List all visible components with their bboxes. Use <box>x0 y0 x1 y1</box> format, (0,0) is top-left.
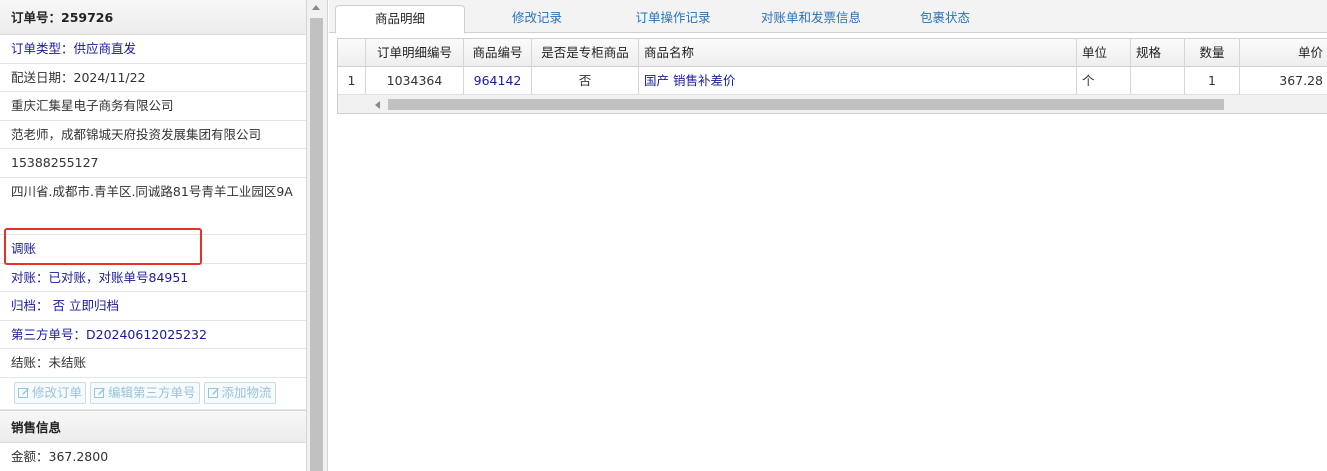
scroll-left-icon[interactable] <box>375 101 380 109</box>
edit-order-label: 修改订单 <box>32 384 83 400</box>
settlement-status: 结账：未结账 <box>0 349 306 378</box>
delivery-address: 四川省.成都市.青羊区.同诚路81号青羊工业园区9A <box>0 178 306 235</box>
tab-package-status[interactable]: 包裹状态 <box>901 5 989 33</box>
archive-status[interactable]: 归档： 否 立即归档 <box>0 292 306 321</box>
third-party-order-number: 第三方单号：D20240612025232 <box>0 321 306 350</box>
counter-product-cell: 否 <box>532 67 639 94</box>
col-product-name[interactable]: 商品名称 <box>639 39 1077 66</box>
order-info-panel: 订单号：259726 订单类型：供应商直发 配送日期：2024/11/22 重庆… <box>0 0 307 471</box>
edit-icon <box>94 387 106 399</box>
order-detail-panel: 商品明细 修改记录 订单操作记录 对账单和发票信息 包裹状态 订单明细编号 商品… <box>329 0 1327 471</box>
tab-reconcile-invoice[interactable]: 对账单和发票信息 <box>747 5 875 33</box>
tab-modify-records[interactable]: 修改记录 <box>479 5 595 33</box>
customer-contact: 范老师，成都锦城天府投资发展集团有限公司 <box>0 121 306 150</box>
product-number-link[interactable]: 964142 <box>464 67 532 94</box>
col-detail-number[interactable]: 订单明细编号 <box>366 39 464 66</box>
scrollbar-thumb[interactable] <box>310 18 323 471</box>
delivery-date: 配送日期：2024/11/22 <box>0 64 306 93</box>
panel-scrollbar[interactable] <box>307 0 328 471</box>
edit-order-button[interactable]: 修改订单 <box>14 381 87 404</box>
col-unit-price[interactable]: 单价 <box>1240 39 1327 66</box>
tab-operation-records[interactable]: 订单操作记录 <box>617 5 729 33</box>
order-action-buttons: 修改订单 编辑第三方单号 添加物流 <box>0 378 306 410</box>
table-horizontal-scrollbar[interactable] <box>338 94 1327 113</box>
order-number-header: 订单号：259726 <box>0 0 306 35</box>
adjust-account-link[interactable]: 调账 <box>0 235 306 264</box>
product-name-link[interactable]: 国产 销售补差价 <box>639 67 1077 94</box>
detail-tab-bar: 商品明细 修改记录 订单操作记录 对账单和发票信息 包裹状态 <box>329 0 1327 34</box>
detail-number-cell: 1034364 <box>366 67 464 94</box>
edit-icon <box>18 387 30 399</box>
col-spec[interactable]: 规格 <box>1131 39 1185 66</box>
add-logistics-button[interactable]: 添加物流 <box>203 381 276 404</box>
supplier-company: 重庆汇集星电子商务有限公司 <box>0 92 306 121</box>
order-type: 订单类型：供应商直发 <box>0 35 306 64</box>
table-row[interactable]: 1 1034364 964142 否 国产 销售补差价 个 1 367.28 <box>338 67 1327 95</box>
edit-third-party-label: 编辑第三方单号 <box>108 384 196 400</box>
col-counter-product[interactable]: 是否是专柜商品 <box>532 39 639 66</box>
edit-icon <box>207 387 220 399</box>
add-logistics-label: 添加物流 <box>221 384 272 400</box>
customer-phone: 15388255127 <box>0 149 306 178</box>
col-unit[interactable]: 单位 <box>1077 39 1131 66</box>
horizontal-scrollbar-thumb[interactable] <box>388 99 1224 110</box>
reconcile-status[interactable]: 对账：已对账，对账单号84951 <box>0 264 306 293</box>
row-index: 1 <box>338 67 366 94</box>
edit-third-party-button[interactable]: 编辑第三方单号 <box>90 381 200 404</box>
tab-product-details[interactable]: 商品明细 <box>335 5 465 34</box>
col-quantity[interactable]: 数量 <box>1185 39 1240 66</box>
col-index <box>338 39 366 66</box>
unit-cell: 个 <box>1077 67 1131 94</box>
product-details-table: 订单明细编号 商品编号 是否是专柜商品 商品名称 单位 规格 数量 单价 1 1… <box>337 38 1327 114</box>
scroll-up-icon[interactable] <box>312 5 320 10</box>
quantity-cell: 1 <box>1185 67 1240 94</box>
unit-price-cell: 367.28 <box>1279 73 1323 88</box>
sales-amount: 金额：367.2800 <box>0 443 306 471</box>
col-product-number[interactable]: 商品编号 <box>464 39 532 66</box>
sales-info-header: 销售信息 <box>0 409 306 443</box>
table-header: 订单明细编号 商品编号 是否是专柜商品 商品名称 单位 规格 数量 单价 <box>338 39 1327 67</box>
spec-cell <box>1131 67 1185 94</box>
